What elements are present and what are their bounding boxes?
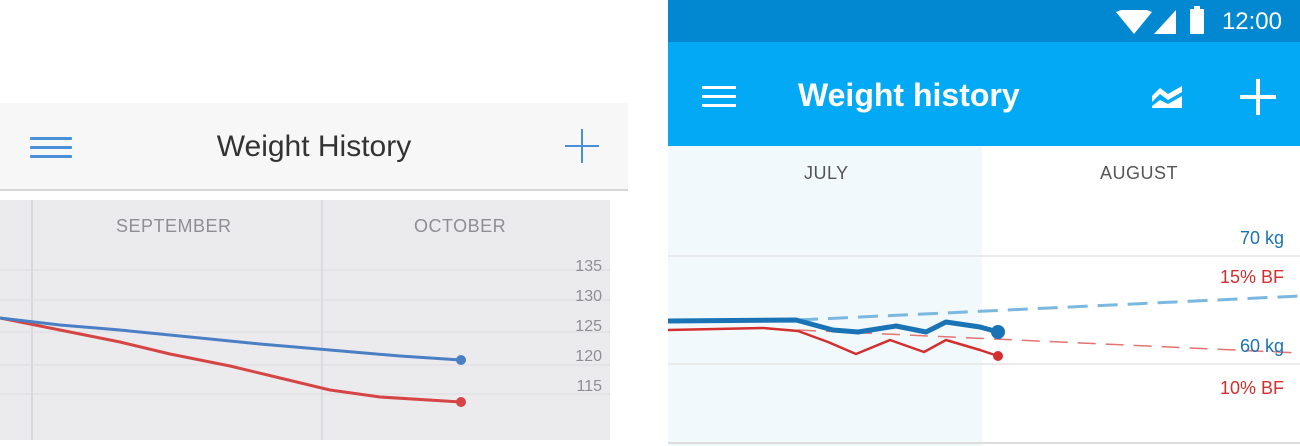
add-icon[interactable] bbox=[1240, 79, 1276, 115]
y-tick-125: 125 bbox=[575, 318, 602, 335]
android-bodyfat-point bbox=[993, 351, 1003, 361]
menu-icon[interactable] bbox=[702, 86, 736, 108]
add-icon[interactable] bbox=[562, 127, 602, 167]
y-tick-120: 120 bbox=[575, 348, 602, 365]
ios-screen: Weight History SEPTEMBER OCTOBER 135 130… bbox=[0, 0, 660, 446]
wifi-icon bbox=[1116, 10, 1152, 34]
page-title: Weight history bbox=[798, 77, 1020, 113]
android-weight-point bbox=[991, 325, 1005, 339]
ios-bodyfat-point bbox=[456, 397, 466, 407]
y-tick-115: 115 bbox=[576, 378, 602, 395]
bodyfat-15-label: 15% BF bbox=[1219, 267, 1284, 287]
signal-icon bbox=[1154, 10, 1176, 34]
page-title: Weight History bbox=[216, 130, 412, 163]
app-bar: Weight history bbox=[668, 42, 1300, 146]
ios-navigation-bar: Weight History bbox=[0, 103, 628, 191]
month-label-august: AUGUST bbox=[1100, 163, 1179, 183]
bodyfat-10-label: 10% BF bbox=[1219, 378, 1284, 398]
month-label-september: SEPTEMBER bbox=[116, 216, 232, 236]
trend-chart-icon[interactable] bbox=[1150, 84, 1184, 110]
battery-icon bbox=[1190, 6, 1204, 34]
y-tick-135: 135 bbox=[575, 258, 602, 275]
ios-bodyfat-line bbox=[0, 316, 462, 404]
weight-70kg-label: 70 kg bbox=[1239, 228, 1284, 248]
month-label-july: JULY bbox=[804, 163, 849, 183]
ios-weight-line bbox=[0, 316, 462, 362]
status-time: 12:00 bbox=[1221, 8, 1282, 35]
status-bar: 12:00 bbox=[668, 0, 1300, 42]
android-weight-chart: JULY AUGUST 70 kg 15% BF 60 kg 10% BF bbox=[668, 146, 1300, 446]
ios-weight-chart: SEPTEMBER OCTOBER 135 130 125 120 115 bbox=[0, 200, 610, 440]
android-screen: 12:00 Weight history JULY AUGUST 70 kg 1… bbox=[668, 0, 1300, 446]
month-label-october: OCTOBER bbox=[414, 216, 507, 236]
weight-60kg-label: 60 kg bbox=[1239, 336, 1284, 356]
ios-weight-point bbox=[456, 355, 466, 365]
y-tick-130: 130 bbox=[575, 288, 602, 305]
